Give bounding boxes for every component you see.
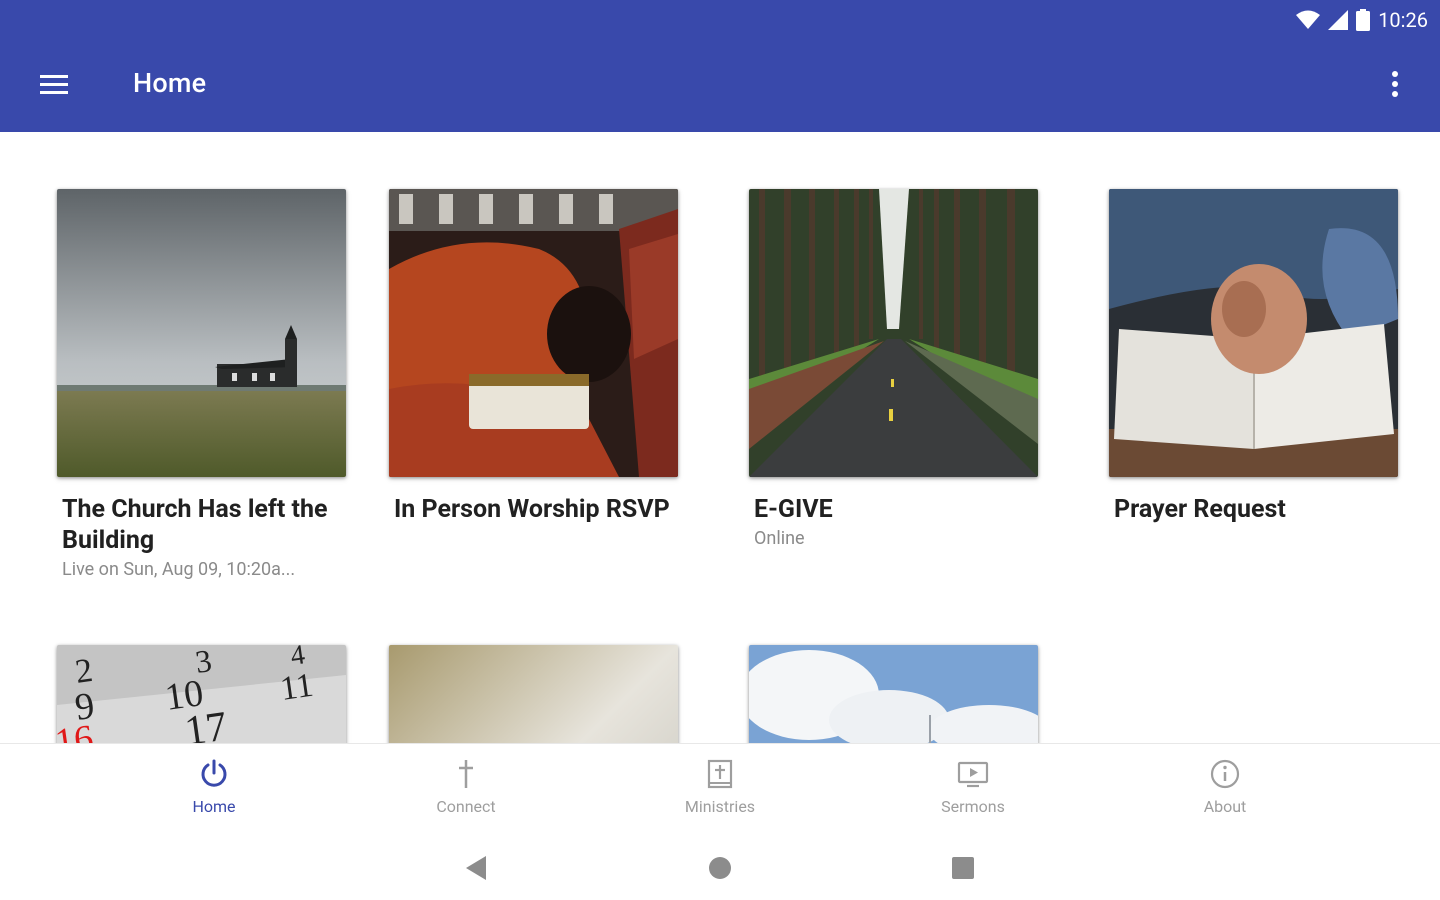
nav-label: Connect — [436, 797, 496, 816]
hamburger-icon — [40, 75, 68, 94]
status-bar: 10:26 — [1296, 6, 1428, 34]
card-title: In Person Worship RSVP — [394, 495, 670, 524]
navigation-menu-button[interactable] — [38, 70, 70, 102]
nav-label: Ministries — [684, 797, 756, 816]
card-in-person-worship[interactable]: In Person Worship RSVP — [389, 189, 678, 525]
svg-text:11: 11 — [278, 667, 316, 708]
power-icon — [201, 759, 227, 787]
card-church-left-building[interactable]: The Church Has left the Building Live on… — [57, 189, 346, 582]
card-subtitle: Live on Sun, Aug 09, 10:20a... — [62, 559, 296, 580]
signal-icon — [1328, 10, 1349, 30]
home-circle-icon[interactable] — [703, 851, 737, 885]
recents-square-icon[interactable] — [946, 851, 980, 885]
card-calendar[interactable]: 2 3 4 9 10 11 16 17 — [57, 645, 346, 743]
status-time: 10:26 — [1378, 8, 1428, 32]
card-title: Prayer Request — [1114, 495, 1286, 524]
wifi-icon — [1296, 10, 1321, 29]
card-e-give[interactable]: E-GIVE Online — [749, 189, 1038, 551]
video-icon — [957, 761, 989, 788]
card-title: E-GIVE — [754, 495, 833, 524]
card-book[interactable] — [389, 645, 678, 743]
info-icon — [1210, 759, 1240, 789]
card-prayer-request[interactable]: Prayer Request — [1109, 189, 1398, 525]
back-icon[interactable] — [460, 851, 494, 885]
page-title: Home — [133, 67, 207, 99]
card-image-prayer — [1109, 189, 1398, 477]
nav-tab-sermons[interactable]: Sermons — [873, 744, 1073, 834]
nav-tab-home[interactable]: Home — [114, 744, 314, 834]
nav-tab-about[interactable]: About — [1125, 744, 1325, 834]
card-image-road — [749, 189, 1038, 477]
card-subtitle: Online — [754, 528, 805, 549]
card-sky[interactable] — [749, 645, 1038, 743]
svg-text:16: 16 — [57, 717, 96, 743]
battery-icon — [1356, 9, 1371, 31]
system-navigation-bar — [0, 833, 1440, 900]
card-image-sky — [749, 645, 1038, 743]
nav-tab-connect[interactable]: Connect — [366, 744, 566, 834]
overflow-menu-button[interactable] — [1380, 68, 1410, 100]
more-vert-icon — [1392, 71, 1398, 97]
card-image-worship — [389, 189, 678, 477]
cross-icon — [459, 760, 473, 788]
bottom-navigation: Home Connect Ministries Sermons About — [0, 743, 1440, 834]
book-cross-icon — [707, 759, 733, 789]
app-bar: 10:26 Home — [0, 0, 1440, 132]
card-image-calendar: 2 3 4 9 10 11 16 17 — [57, 645, 346, 743]
card-image-book — [389, 645, 678, 743]
svg-text:17: 17 — [182, 704, 230, 743]
card-image-church — [57, 189, 346, 477]
nav-tab-ministries[interactable]: Ministries — [620, 744, 820, 834]
nav-label: Sermons — [941, 797, 1005, 816]
home-grid: The Church Has left the Building Live on… — [0, 132, 1440, 743]
nav-label: About — [1203, 797, 1247, 816]
nav-label: Home — [192, 797, 236, 816]
card-title: The Church Has left the Building — [62, 495, 328, 555]
